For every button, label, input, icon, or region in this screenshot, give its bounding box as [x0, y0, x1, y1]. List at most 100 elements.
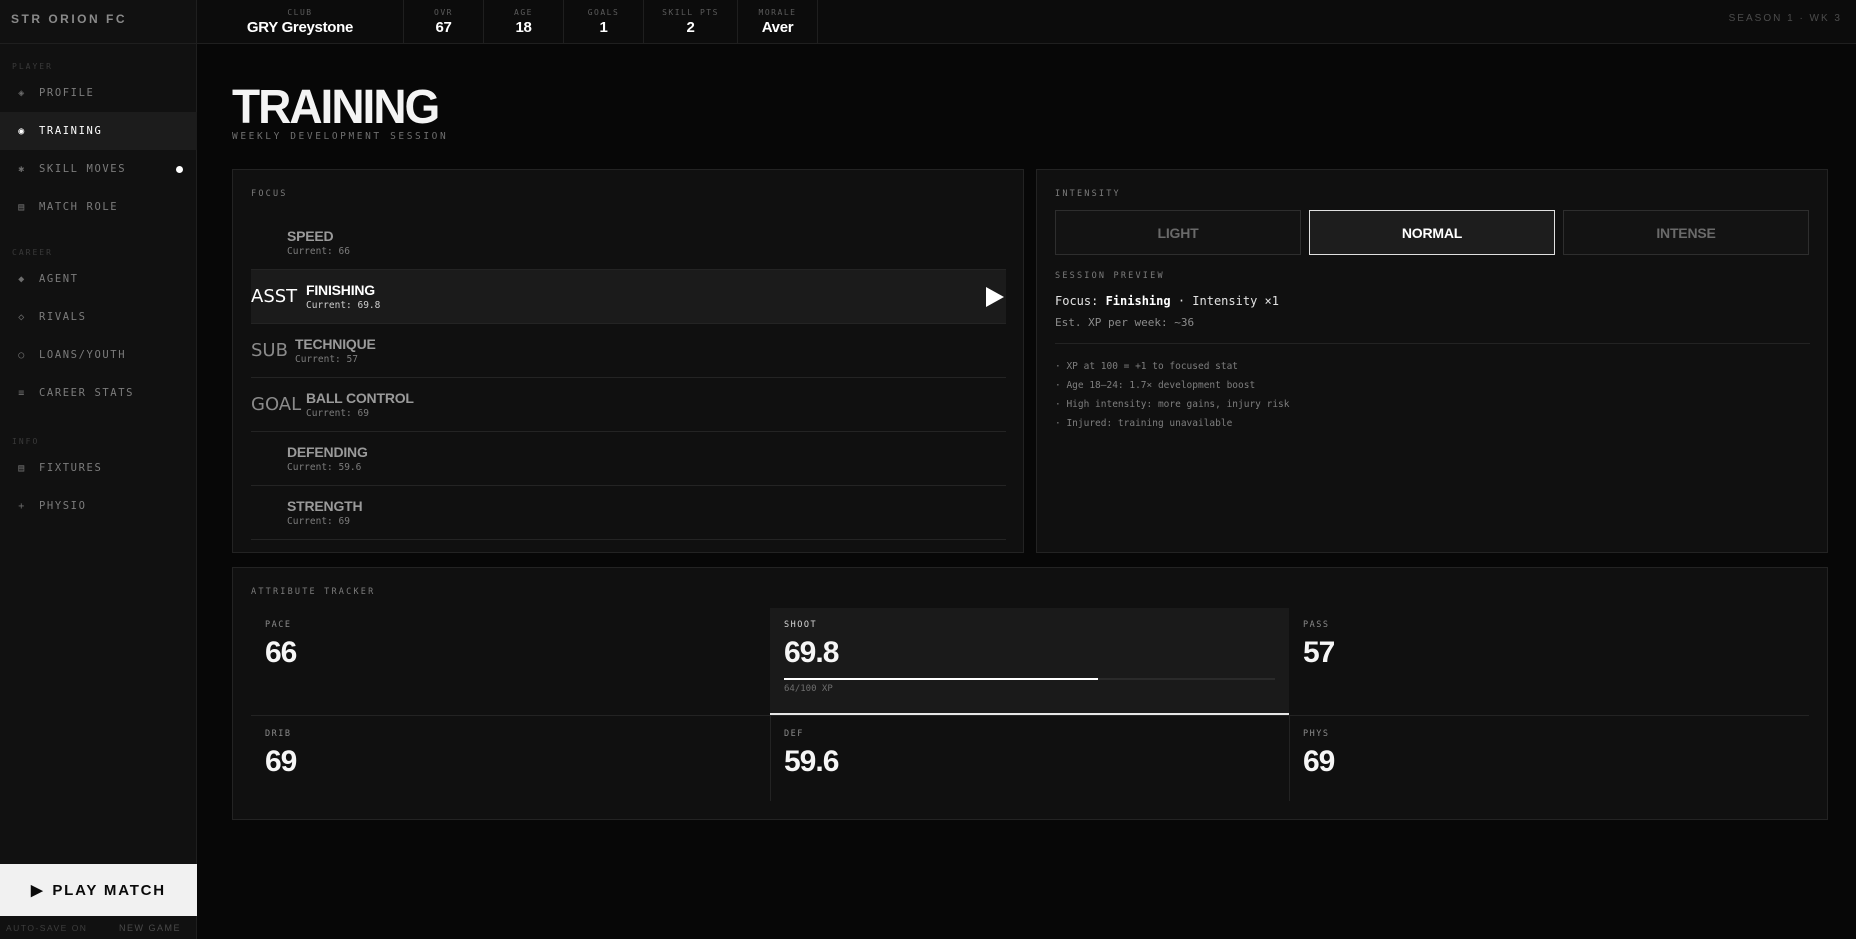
- attribute-label: DRIB: [265, 729, 292, 739]
- stat-label: CLUB: [287, 8, 313, 17]
- sidebar-item-label: TRAINING: [39, 125, 103, 137]
- intensity-intense-button[interactable]: INTENSE: [1563, 210, 1809, 255]
- sidebar-item-agent[interactable]: ◆ AGENT: [0, 260, 197, 298]
- sidebar-item-label: AGENT: [39, 273, 79, 285]
- notification-dot: [176, 166, 183, 173]
- sidebar-item-profile[interactable]: ◈ PROFILE: [0, 74, 197, 112]
- focus-name: STRENGTH: [287, 498, 363, 514]
- sidebar-item-label: RIVALS: [39, 311, 87, 323]
- sidebar-footer: AUTO-SAVE ON NEW GAME: [0, 916, 197, 939]
- divider: [1055, 343, 1810, 344]
- attribute-value: 69: [1303, 745, 1335, 778]
- attribute-value: 69.8: [784, 636, 839, 669]
- focus-text: DEFENDING Current: 59.6: [287, 444, 368, 473]
- stat-value: GRY Greystone: [246, 19, 354, 36]
- sidebar-item-rivals[interactable]: ◇ RIVALS: [0, 298, 197, 336]
- attribute-value: 66: [265, 636, 297, 669]
- sidebar-item-label: PHYSIO: [39, 500, 87, 512]
- session-preview-line: Focus: Finishing · Intensity ×1: [1055, 294, 1279, 308]
- training-notes: · XP at 100 = +1 to focused stat · Age 18…: [1055, 361, 1290, 437]
- play-match-button[interactable]: ▶ PLAY MATCH: [0, 864, 197, 916]
- focus-tag: SUB: [251, 340, 288, 361]
- training-note: · Injured: training unavailable: [1055, 418, 1233, 429]
- page-title: TRAINING: [232, 78, 440, 134]
- attribute-label: PACE: [265, 620, 292, 630]
- intensity-light-button[interactable]: LIGHT: [1055, 210, 1301, 255]
- diamond-outline-icon: ◈: [18, 87, 26, 99]
- focus-current: Current: 59.6: [287, 462, 362, 473]
- attribute-label: PASS: [1303, 620, 1330, 630]
- focus-option-defending[interactable]: DEFENDING Current: 59.6: [251, 432, 1006, 486]
- grid-icon: ▤: [18, 201, 26, 213]
- nav-section-player: PLAYER ◈ PROFILE ◉ TRAINING ✱ SKILL MOVES ▤ MATC…: [0, 60, 197, 226]
- xp-text: 64/100 XP: [784, 684, 833, 694]
- attribute-phys[interactable]: PHYS 69: [1289, 717, 1808, 824]
- focus-name: FINISHING: [306, 282, 375, 298]
- focus-name: TECHNIQUE: [295, 336, 376, 352]
- list-icon: ≡: [18, 387, 26, 399]
- sidebar-item-training[interactable]: ◉ TRAINING: [0, 112, 197, 150]
- sidebar: STR ORION FC PLAYER ◈ PROFILE ◉ TRAINING ✱ SKI…: [0, 0, 197, 939]
- nav-section-info: INFO ▤ FIXTURES + PHYSIO: [0, 435, 197, 525]
- attribute-pass[interactable]: PASS 57: [1289, 608, 1808, 715]
- new-game-link[interactable]: NEW GAME: [119, 923, 181, 933]
- attribute-grid: PACE 66 SHOOT 69.8 64/100 XP PASS 57 DRIB 69 DEF 5…: [251, 608, 1809, 808]
- diamond-icon: ◇: [18, 311, 26, 323]
- stat-goals: GOALS 1: [564, 0, 644, 44]
- play-icon: ▶: [31, 882, 45, 899]
- xp-progress-fill: [784, 678, 1099, 680]
- preview-suffix: · Intensity ×1: [1170, 294, 1279, 308]
- nav-section-label: INFO: [12, 437, 40, 446]
- sidebar-item-physio[interactable]: + PHYSIO: [0, 487, 197, 525]
- plus-icon: +: [18, 500, 26, 512]
- focus-current: Current: 57: [295, 354, 358, 365]
- intensity-options: LIGHT NORMAL INTENSE: [1055, 210, 1809, 255]
- sidebar-item-label: FIXTURES: [39, 462, 103, 474]
- stat-label: MORALE: [758, 8, 797, 17]
- xp-progress-bar: [784, 678, 1275, 680]
- attribute-label: PHYS: [1303, 729, 1330, 739]
- top-stats-bar: CLUB GRY Greystone OVR 67 AGE 18 GOALS 1 SKILL P…: [197, 0, 1856, 44]
- player-stats: CLUB GRY Greystone OVR 67 AGE 18 GOALS 1 SKILL P…: [197, 0, 818, 44]
- focus-option-speed[interactable]: SPEED Current: 66: [251, 216, 1006, 270]
- focus-text: STRENGTH Current: 69: [287, 498, 363, 527]
- sidebar-item-career-stats[interactable]: ≡ CAREER STATS: [0, 374, 197, 412]
- attribute-drib[interactable]: DRIB 69: [251, 717, 770, 824]
- stat-age: AGE 18: [484, 0, 564, 44]
- target-icon: ◉: [18, 125, 26, 137]
- sidebar-item-fixtures[interactable]: ▤ FIXTURES: [0, 449, 197, 487]
- preview-prefix: Focus:: [1055, 294, 1106, 308]
- sidebar-item-label: PROFILE: [39, 87, 95, 99]
- attribute-shoot[interactable]: SHOOT 69.8 64/100 XP: [770, 608, 1289, 715]
- nav-section-label: CAREER: [12, 248, 53, 257]
- sidebar-item-label: CAREER STATS: [39, 387, 135, 399]
- attribute-tracker-label: ATTRIBUTE TRACKER: [251, 587, 376, 597]
- attribute-pace[interactable]: PACE 66: [251, 608, 770, 715]
- stat-label: GOALS: [587, 8, 620, 17]
- sidebar-item-loans-youth[interactable]: ○ LOANS/YOUTH: [0, 336, 197, 374]
- training-note: · High intensity: more gains, injury ris…: [1055, 399, 1290, 410]
- sidebar-item-label: MATCH ROLE: [39, 201, 119, 213]
- play-match-label: PLAY MATCH: [52, 881, 166, 899]
- focus-option-technique[interactable]: SUB TECHNIQUE Current: 57: [251, 324, 1006, 378]
- focus-option-finishing[interactable]: ASST FINISHING Current: 69.8: [251, 270, 1006, 324]
- focus-name: SPEED: [287, 228, 334, 244]
- attribute-def[interactable]: DEF 59.6: [770, 717, 1289, 824]
- stat-morale: MORALE Aver: [738, 0, 818, 44]
- preview-focus: Finishing: [1105, 294, 1171, 308]
- page-subtitle: WEEKLY DEVELOPMENT SESSION: [232, 131, 449, 142]
- intensity-panel: INTENSITY LIGHT NORMAL INTENSE SESSION PRE…: [1036, 169, 1828, 553]
- stat-value: 2: [686, 19, 695, 36]
- focus-option-ball-control[interactable]: GOAL BALL CONTROL Current: 69: [251, 378, 1006, 432]
- attribute-value: 57: [1303, 636, 1335, 669]
- estimated-xp: Est. XP per week: ~36: [1055, 316, 1195, 329]
- focus-option-strength[interactable]: STRENGTH Current: 69: [251, 486, 1006, 540]
- asterisk-icon: ✱: [18, 163, 26, 175]
- brand-logo: STR ORION FC: [0, 0, 196, 44]
- intensity-normal-button[interactable]: NORMAL: [1309, 210, 1555, 255]
- attribute-label: DEF: [784, 729, 804, 739]
- play-arrow-icon: [986, 287, 1004, 307]
- sidebar-item-skill-moves[interactable]: ✱ SKILL MOVES: [0, 150, 197, 188]
- focus-name: BALL CONTROL: [306, 390, 414, 406]
- sidebar-item-match-role[interactable]: ▤ MATCH ROLE: [0, 188, 197, 226]
